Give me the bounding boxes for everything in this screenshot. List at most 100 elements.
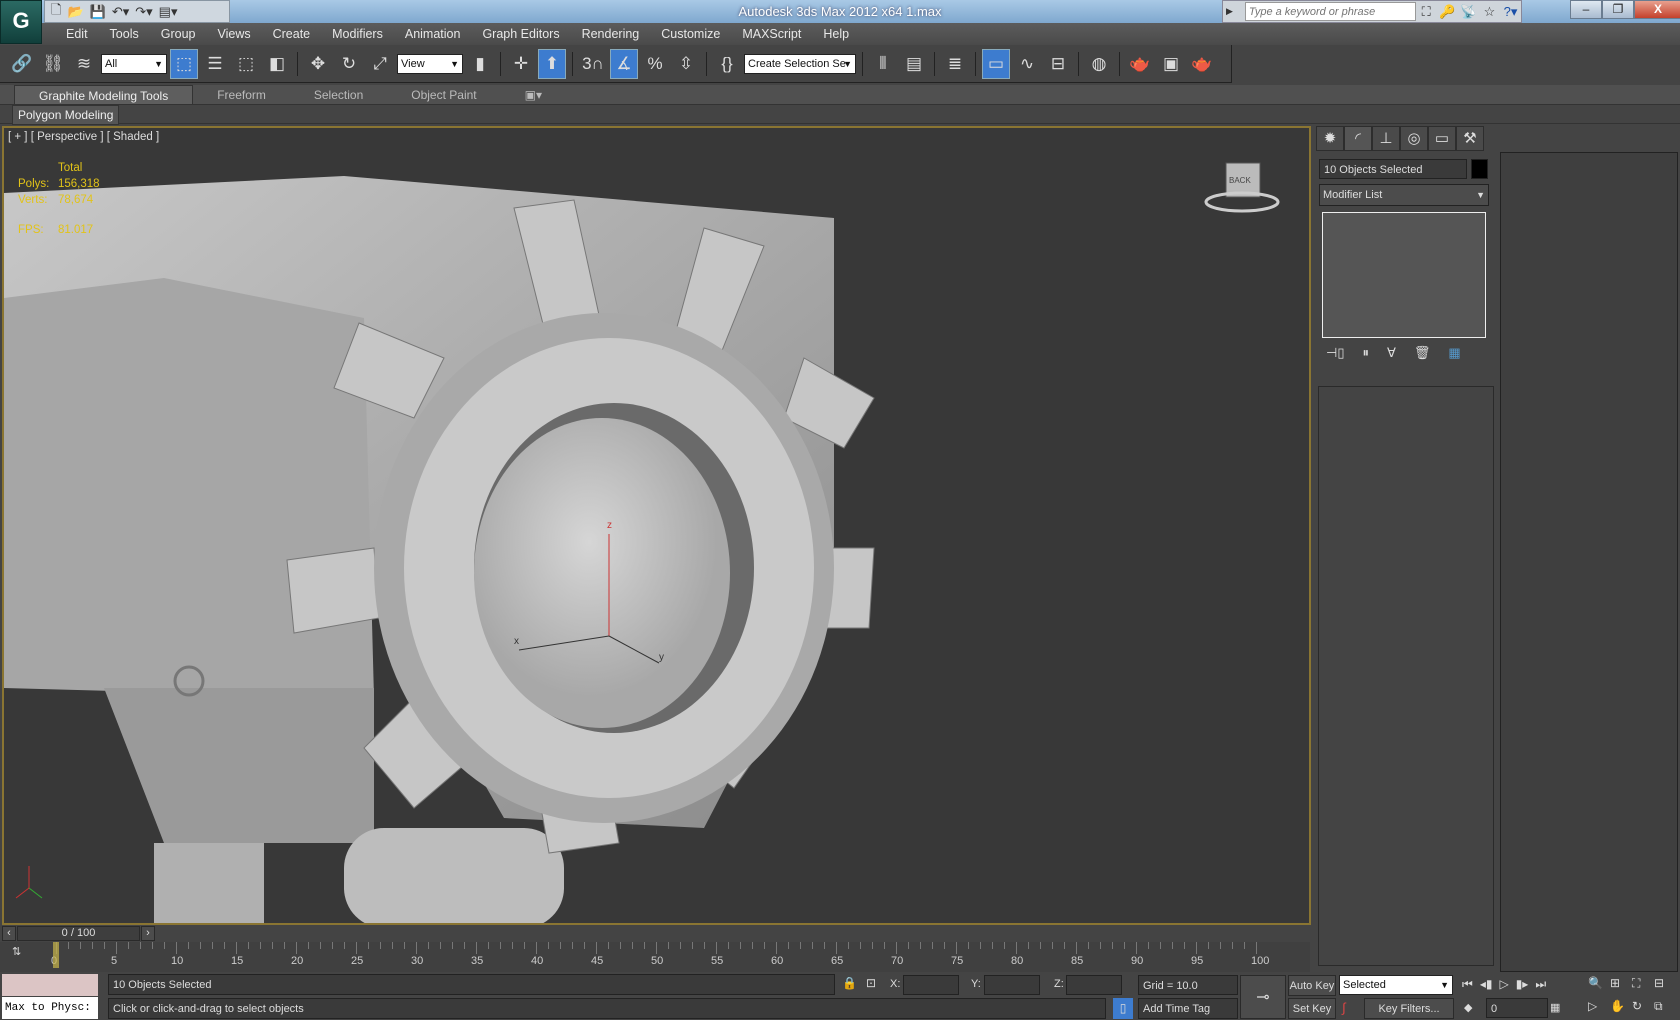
menu-maxscript[interactable]: MAXScript	[731, 23, 812, 45]
close-button[interactable]: X	[1634, 0, 1680, 19]
select-object-icon[interactable]: ⬚	[170, 48, 198, 79]
tab-selection[interactable]: Selection	[290, 85, 387, 104]
minimize-button[interactable]: –	[1570, 0, 1602, 19]
menu-views[interactable]: Views	[206, 23, 261, 45]
project-folder-icon[interactable]: ▤▾	[159, 4, 178, 20]
display-tab-icon[interactable]: ▭	[1428, 126, 1456, 151]
prev-frame-button[interactable]: ‹	[2, 926, 16, 941]
next-frame-button[interactable]: ›	[141, 926, 155, 941]
save-icon[interactable]: 💾	[90, 4, 106, 20]
time-configuration-icon[interactable]: ▦	[1550, 1001, 1560, 1014]
select-by-name-icon[interactable]: ☰	[201, 49, 229, 79]
edit-named-selection-icon[interactable]: {}	[713, 49, 741, 79]
create-tab-icon[interactable]: ✹	[1316, 126, 1344, 151]
menu-edit[interactable]: Edit	[55, 23, 99, 45]
time-tag-icon[interactable]: ▯	[1113, 998, 1133, 1019]
new-file-icon[interactable]: 🗋	[51, 1, 61, 23]
curve-editor-mini-icon[interactable]: ⇅	[12, 945, 21, 958]
mirror-icon[interactable]: ⫴	[869, 49, 897, 79]
zoom-extents-all-icon[interactable]: ⊟	[1654, 976, 1676, 991]
expand-arrow-icon[interactable]: ▶	[1226, 6, 1233, 17]
menu-help[interactable]: Help	[812, 23, 860, 45]
curve-editor-icon[interactable]: ∿	[1013, 49, 1041, 79]
material-editor-icon[interactable]: ◍	[1085, 49, 1113, 79]
rotate-icon[interactable]: ↻	[335, 49, 363, 79]
redo-icon[interactable]: ↷▾	[135, 4, 152, 20]
perspective-viewport[interactable]: [ + ] [ Perspective ] [ Shaded ] Total P…	[2, 126, 1311, 925]
menu-customize[interactable]: Customize	[650, 23, 731, 45]
rendered-frame-window-icon[interactable]: ▣	[1157, 49, 1185, 79]
unlink-icon[interactable]: ⛓	[39, 49, 67, 79]
help-icon[interactable]: ?▾	[1500, 4, 1521, 20]
menu-animation[interactable]: Animation	[394, 23, 472, 45]
key-mode-toggle-icon[interactable]: ◆	[1464, 1001, 1472, 1014]
open-file-icon[interactable]: 📂	[67, 4, 83, 20]
keyboard-shortcut-override-icon[interactable]: ⬆	[538, 48, 566, 79]
undo-icon[interactable]: ↶▾	[112, 4, 129, 20]
menu-graph-editors[interactable]: Graph Editors	[471, 23, 570, 45]
x-coordinate-field[interactable]	[903, 975, 959, 995]
menu-rendering[interactable]: Rendering	[571, 23, 651, 45]
reference-coordinate-dropdown[interactable]: View	[397, 53, 463, 74]
time-slider[interactable]: 0 / 100	[17, 926, 140, 941]
current-frame-marker[interactable]	[53, 942, 59, 968]
zoom-extents-icon[interactable]: ⛶	[1632, 976, 1654, 991]
restore-button[interactable]: ❐	[1602, 0, 1634, 19]
key-mode-dropdown[interactable]: Selected	[1339, 975, 1453, 995]
named-selection-dropdown[interactable]: Create Selection Se	[744, 53, 856, 74]
menu-create[interactable]: Create	[262, 23, 322, 45]
selection-filter-dropdown[interactable]: All	[101, 53, 167, 74]
configure-modifier-sets-icon[interactable]: ▦	[1448, 345, 1460, 361]
pivot-center-icon[interactable]: ▮	[466, 49, 494, 79]
render-production-icon[interactable]: 🫖	[1188, 49, 1216, 79]
polygon-modeling-panel[interactable]: Polygon Modeling	[12, 105, 120, 125]
menu-tools[interactable]: Tools	[99, 23, 150, 45]
play-icon[interactable]: ▷	[1499, 977, 1508, 992]
zoom-icon[interactable]: 🔍	[1588, 976, 1610, 991]
utilities-tab-icon[interactable]: ⚒	[1456, 126, 1484, 151]
manipulate-icon[interactable]: ✛	[507, 49, 535, 79]
orbit-icon[interactable]: ↻	[1632, 999, 1654, 1014]
previous-key-icon[interactable]: ◂▮	[1480, 977, 1493, 992]
field-of-view-icon[interactable]: ▷	[1588, 999, 1610, 1014]
modify-tab-icon[interactable]: ◜	[1344, 126, 1372, 151]
angle-snap-icon[interactable]: ∡	[610, 48, 638, 79]
bind-space-warp-icon[interactable]: ≋	[70, 49, 98, 79]
motion-tab-icon[interactable]: ◎	[1400, 126, 1428, 151]
align-icon[interactable]: ▤	[900, 49, 928, 79]
ribbon-options-icon[interactable]: ▣▾	[501, 85, 566, 104]
set-key-button[interactable]: Set Key	[1288, 998, 1336, 1019]
set-keys-key-icon[interactable]: ⊸	[1240, 975, 1286, 1019]
pin-stack-icon[interactable]: ⊣▯	[1326, 345, 1344, 361]
make-unique-icon[interactable]: ∀	[1387, 345, 1396, 361]
satellite-icon[interactable]: 📡	[1458, 4, 1479, 20]
hierarchy-tab-icon[interactable]: ⊥	[1372, 126, 1400, 151]
z-coordinate-field[interactable]	[1066, 975, 1122, 995]
viewport-label[interactable]: [ + ] [ Perspective ] [ Shaded ]	[8, 131, 159, 143]
window-crossing-icon[interactable]: ◧	[263, 49, 291, 79]
modifier-list-dropdown[interactable]: Modifier List	[1319, 184, 1489, 206]
track-bar[interactable]: ⇅ 05101520253035404550556065707580859095…	[0, 942, 1310, 972]
render-setup-icon[interactable]: 🫖	[1126, 49, 1154, 79]
zoom-all-icon[interactable]: ⊞	[1610, 976, 1632, 991]
selection-lock-icon[interactable]: 🔒	[842, 976, 857, 990]
search-input[interactable]	[1244, 2, 1416, 21]
rectangular-selection-icon[interactable]: ⬚	[232, 49, 260, 79]
object-name-field[interactable]: 10 Objects Selected	[1319, 159, 1467, 179]
key-filters-button[interactable]: Key Filters...	[1364, 998, 1454, 1019]
y-coordinate-field[interactable]	[984, 975, 1040, 995]
binoculars-icon[interactable]: ⛶	[1416, 4, 1437, 20]
modifier-stack[interactable]	[1322, 212, 1486, 338]
spinner-snap-icon[interactable]: ⇳	[672, 49, 700, 79]
remove-modifier-icon[interactable]: 🗑	[1414, 345, 1431, 361]
key-icon[interactable]: 🔑	[1437, 4, 1458, 20]
snaps-toggle-icon[interactable]: 3 ∩	[579, 49, 607, 79]
tab-freeform[interactable]: Freeform	[193, 85, 290, 104]
tab-object-paint[interactable]: Object Paint	[387, 85, 500, 104]
percent-snap-icon[interactable]: %	[641, 49, 669, 79]
application-button[interactable]: G	[0, 0, 42, 44]
absolute-mode-icon[interactable]: ⊡	[866, 976, 876, 990]
menu-group[interactable]: Group	[150, 23, 207, 45]
current-frame-field[interactable]: 0	[1486, 998, 1548, 1018]
star-icon[interactable]: ☆	[1479, 4, 1500, 20]
